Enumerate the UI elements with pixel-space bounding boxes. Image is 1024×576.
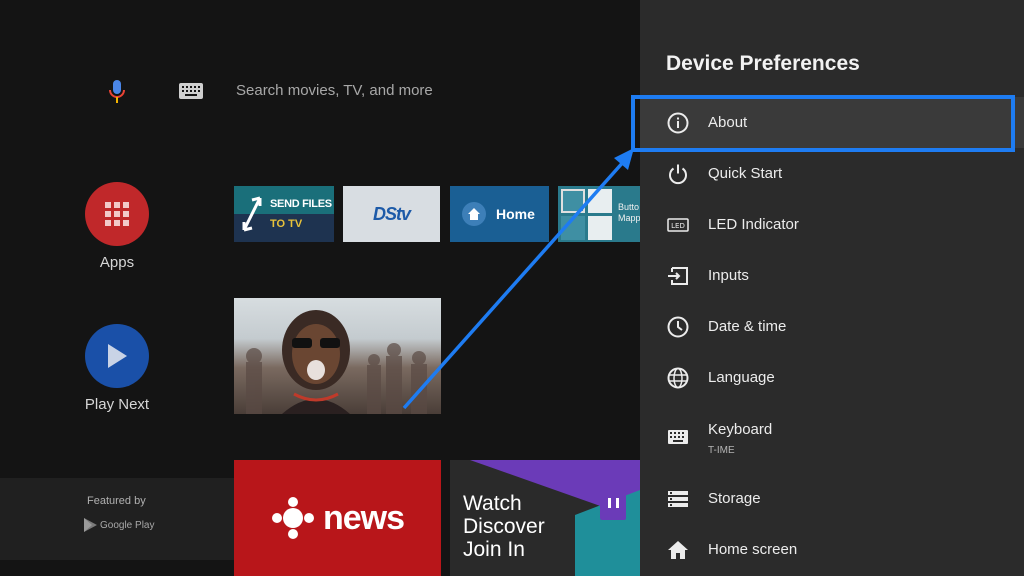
svg-text:LED: LED — [671, 222, 685, 230]
google-play-label: Google Play — [100, 520, 155, 531]
twitch-tagline: Watch Discover Join In — [463, 492, 545, 561]
menu-item-keyboard[interactable]: Keyboard T-IME — [640, 404, 1024, 466]
menu-item-storage[interactable]: Storage — [640, 473, 1024, 524]
send-arrow-icon — [242, 196, 262, 232]
menu-label-led-indicator: LED Indicator — [708, 216, 799, 233]
menu-item-language[interactable]: Language — [640, 352, 1024, 403]
button-mapper-tile[interactable]: Butto Mapp — [558, 186, 642, 242]
power-icon — [669, 164, 687, 185]
storage-icon — [668, 491, 688, 507]
search-input[interactable]: Search movies, TV, and more — [236, 82, 433, 99]
apps-button[interactable] — [85, 182, 149, 246]
device-preferences-panel: Device Preferences About Quick Start LED… — [640, 0, 1024, 576]
cbc-news-tile[interactable]: news — [234, 460, 441, 576]
led-icon: LED — [667, 218, 689, 232]
home-tile-label: Home — [496, 206, 535, 222]
menu-label-home-screen: Home screen — [708, 541, 798, 558]
featured-strip — [0, 478, 234, 560]
dstv-logo: DStv — [372, 203, 411, 224]
home-app-tile[interactable]: Home — [450, 186, 549, 242]
menu-label-keyboard: Keyboard — [708, 421, 773, 438]
input-icon — [668, 267, 688, 285]
menu-item-date-time[interactable]: Date & time — [640, 301, 1024, 352]
menu-label-date-time: Date & time — [708, 318, 787, 335]
send-files-tile[interactable]: SEND FILES TO TV — [234, 186, 334, 242]
home-icon — [668, 541, 688, 559]
menu-label-language: Language — [708, 369, 775, 386]
menu-item-inputs[interactable]: Inputs — [640, 250, 1024, 301]
menu-label-storage: Storage — [708, 490, 761, 507]
menu-label-inputs: Inputs — [708, 267, 749, 284]
globe-icon — [667, 367, 689, 389]
send-files-title: SEND FILES — [270, 198, 332, 210]
play-next-label: Play Next — [84, 396, 150, 413]
dstv-tile[interactable]: DStv — [343, 186, 440, 242]
menu-item-quick-start[interactable]: Quick Start — [640, 148, 1024, 199]
news-label: news — [322, 498, 405, 537]
send-files-subtitle: TO TV — [270, 218, 303, 230]
cbc-gem-icon — [271, 497, 314, 539]
annotation-highlight — [631, 95, 1015, 152]
keyboard-icon[interactable] — [179, 83, 203, 99]
home-icon — [462, 202, 486, 226]
menu-sublabel-keyboard: T-IME — [708, 445, 735, 456]
twitch-tile[interactable]: Watch Discover Join In — [450, 460, 640, 576]
keyboard-icon — [668, 430, 688, 444]
mic-icon[interactable] — [108, 80, 126, 104]
featured-by-label: Featured by — [87, 495, 146, 507]
play-next-button[interactable] — [85, 324, 149, 388]
clock-icon — [667, 316, 689, 338]
video-thumbnail[interactable] — [234, 298, 441, 414]
google-play-icon — [84, 518, 97, 532]
apps-label: Apps — [99, 254, 135, 271]
panel-title: Device Preferences — [666, 52, 860, 75]
menu-item-home-screen[interactable]: Home screen — [640, 524, 1024, 575]
apps-grid-icon — [105, 202, 129, 226]
menu-label-quick-start: Quick Start — [708, 165, 783, 182]
button-mapper-label: Butto Mapp — [618, 202, 641, 223]
menu-item-led-indicator[interactable]: LED LED Indicator — [640, 199, 1024, 250]
play-icon — [108, 344, 127, 368]
